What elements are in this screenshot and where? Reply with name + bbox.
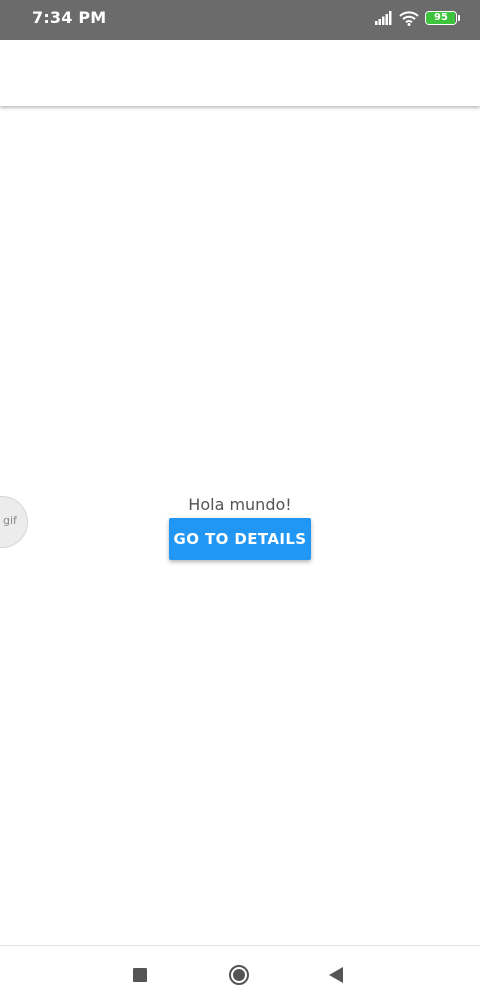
greeting-text: Hola mundo! xyxy=(188,495,292,514)
gif-label: gif xyxy=(3,514,17,527)
signal-icon xyxy=(375,11,392,25)
app-bar xyxy=(0,40,480,106)
recents-icon[interactable] xyxy=(133,968,147,982)
home-icon[interactable] xyxy=(229,965,249,985)
battery-cap xyxy=(458,15,460,21)
wifi-icon xyxy=(399,10,419,26)
back-icon[interactable] xyxy=(329,967,343,983)
home-icon-dot xyxy=(233,969,245,981)
status-bar: 7:34 PM 95 xyxy=(0,0,480,40)
status-icons: 95 xyxy=(375,8,460,28)
go-to-details-button[interactable]: GO TO DETAILS xyxy=(169,518,311,560)
battery-level: 95 xyxy=(434,12,448,23)
battery-icon: 95 xyxy=(425,11,457,25)
status-time: 7:34 PM xyxy=(32,8,107,27)
main-content: Hola mundo! GO TO DETAILS xyxy=(0,108,480,945)
navigation-bar xyxy=(0,945,480,1004)
